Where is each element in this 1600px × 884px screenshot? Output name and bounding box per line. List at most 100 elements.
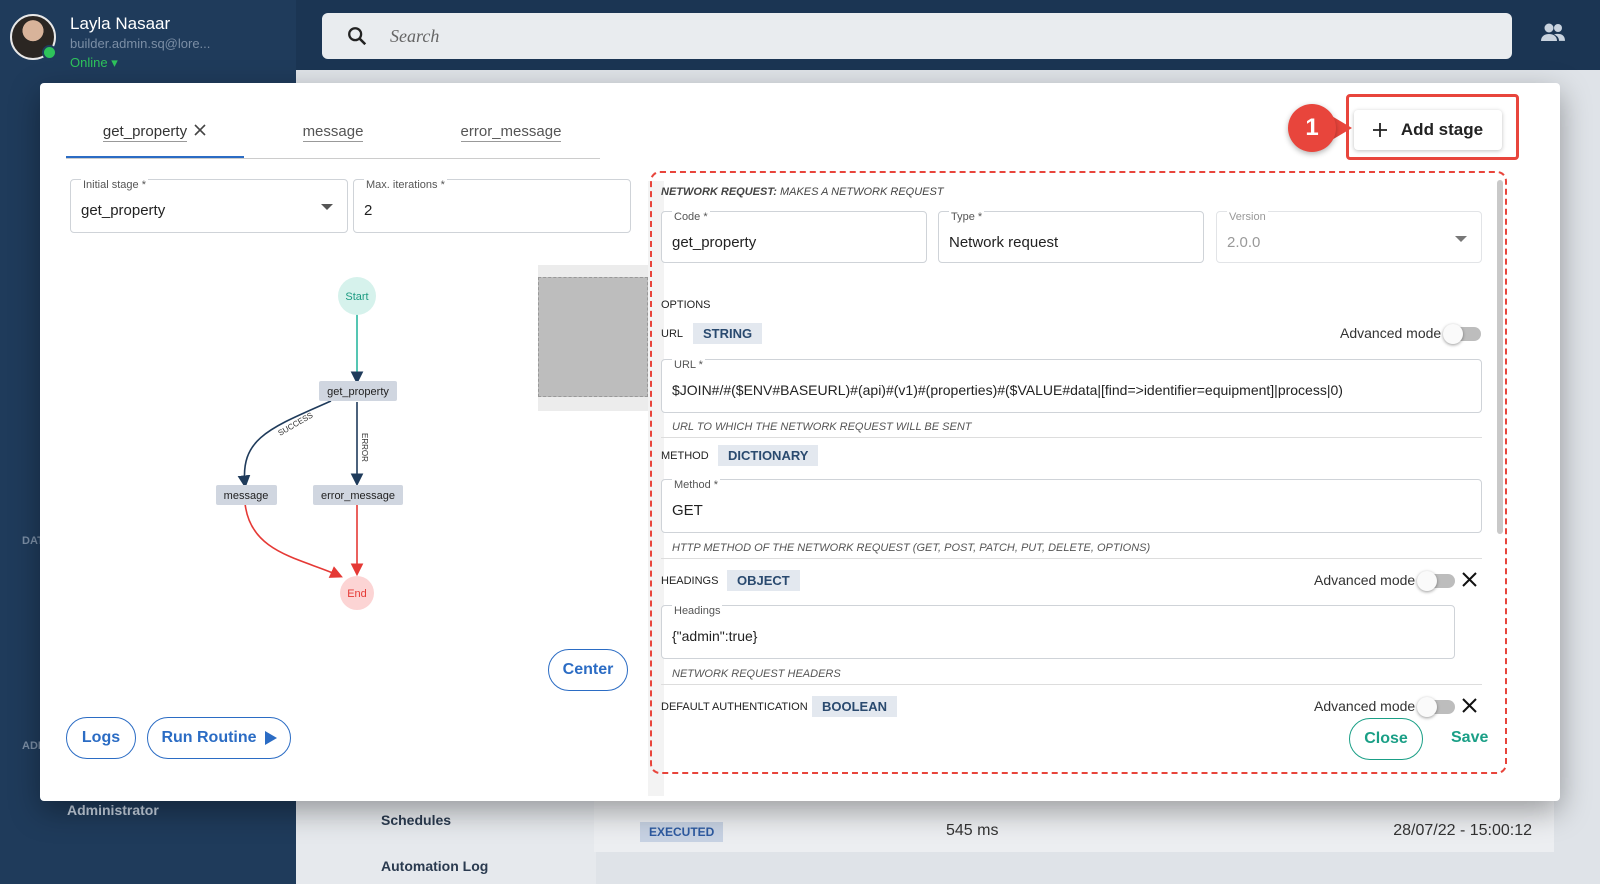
section-subtitle: MAKES A NETWORK REQUEST	[779, 186, 944, 198]
node-label: get_property	[327, 386, 389, 398]
field-value: 2	[364, 202, 373, 219]
user-email: builder.admin.sq@lore...	[70, 36, 211, 51]
field-label: Max. iterations *	[364, 179, 447, 191]
max-iterations-input[interactable]: Max. iterations * 2	[353, 179, 631, 233]
initial-stage-select[interactable]: Initial stage * get_property	[70, 179, 348, 233]
button-label: Logs	[81, 729, 121, 746]
version-select[interactable]: Version 2.0.0	[1216, 211, 1482, 263]
tab-label: get_property	[102, 123, 188, 142]
tab-label: error_message	[460, 123, 562, 142]
button-label: Close	[1364, 730, 1408, 747]
save-button[interactable]: Save	[1451, 729, 1488, 747]
end-node-label: End	[347, 588, 367, 600]
divider	[661, 558, 1482, 559]
method-option-label: METHOD	[661, 450, 709, 462]
start-node-label: Start	[345, 291, 368, 303]
field-value: 2.0.0	[1227, 234, 1261, 251]
divider	[661, 437, 1482, 438]
type-badge: OBJECT	[727, 570, 800, 591]
routine-editor-modal: get_property message error_message Initi…	[40, 83, 1560, 801]
avatar	[10, 14, 57, 60]
advanced-mode-label: Advanced mode	[1314, 572, 1416, 588]
url-input[interactable]: URL * $JOIN#/#($ENV#BASEURL)#(api)#(v1)#…	[661, 359, 1482, 413]
step-callout: 1	[1288, 104, 1336, 152]
type-badge: STRING	[693, 323, 763, 344]
edge-message-end	[244, 502, 343, 578]
url-option-label: URL	[661, 328, 684, 340]
code-input[interactable]: Code * get_property	[661, 211, 927, 263]
stage-tabs: get_property message error_message	[66, 113, 600, 159]
url-help-text: URL TO WHICH THE NETWORK REQUEST WILL BE…	[672, 421, 972, 433]
field-label: Code *	[672, 211, 710, 223]
automation-log-label[interactable]: Automation Log	[381, 858, 488, 874]
tab-get-property[interactable]: get_property	[66, 113, 244, 158]
method-input[interactable]: Method * GET	[661, 479, 1482, 533]
edge-success	[237, 400, 332, 489]
field-label: Method *	[672, 479, 721, 491]
section-title: NETWORK REQUEST: MAKES A NETWORK REQUEST	[661, 186, 944, 198]
search-bar[interactable]: Search	[322, 13, 1512, 59]
field-label: Headings	[672, 605, 723, 617]
field-value: get_property	[672, 234, 757, 251]
search-input[interactable]: Search	[390, 26, 439, 47]
close-icon[interactable]	[193, 123, 207, 137]
date-cell: 28/07/22 - 15:00:12	[1393, 822, 1532, 839]
remove-headings-close-icon[interactable]	[1462, 572, 1477, 587]
duration-cell: 545 ms	[946, 822, 999, 839]
method-help-text: HTTP METHOD OF THE NETWORK REQUEST (GET,…	[672, 542, 1151, 554]
field-value: GET	[672, 502, 703, 519]
default-auth-option-label: DEFAULT AUTHENTICATION	[661, 701, 808, 713]
field-label: Initial stage *	[81, 179, 148, 191]
chevron-down-icon	[1455, 236, 1467, 242]
user-name: Layla Nasaar	[70, 14, 171, 33]
default-auth-advanced-toggle[interactable]	[1417, 697, 1455, 717]
node-label: message	[224, 490, 269, 502]
sidebar-item-administrator[interactable]: Administrator	[67, 802, 159, 818]
panel-scrollbar[interactable]	[1497, 180, 1503, 534]
remove-default-auth-close-icon[interactable]	[1462, 698, 1477, 713]
user-profile[interactable]: Layla Nasaar builder.admin.sq@lore... On…	[10, 14, 210, 71]
routine-flow-graph[interactable]: SUCCESS ERROR Start get_property message…	[100, 273, 500, 633]
field-label: Version	[1227, 211, 1268, 223]
section-title-bold: NETWORK REQUEST:	[661, 186, 777, 198]
center-button[interactable]: Center	[548, 649, 628, 691]
tab-message[interactable]: message	[244, 113, 422, 158]
play-icon	[264, 731, 277, 745]
divider	[661, 684, 1482, 685]
people-icon[interactable]	[1540, 22, 1566, 42]
headings-advanced-toggle[interactable]	[1417, 571, 1455, 591]
tab-error-message[interactable]: error_message	[422, 113, 600, 158]
headings-input[interactable]: Headings {"admin":true}	[661, 605, 1455, 659]
close-button[interactable]: Close	[1349, 718, 1423, 760]
logs-button[interactable]: Logs	[66, 717, 136, 759]
chevron-down-icon	[321, 204, 333, 210]
minimap-viewport[interactable]	[538, 277, 648, 397]
headings-help-text: NETWORK REQUEST HEADERS	[672, 668, 841, 680]
field-label: URL *	[672, 359, 705, 371]
field-value: $JOIN#/#($ENV#BASEURL)#(api)#(v1)#(prope…	[672, 382, 1343, 398]
headings-option-label: HEADINGS	[661, 575, 719, 587]
button-label: Run Routine	[161, 729, 257, 746]
options-label: OPTIONS	[661, 299, 711, 311]
search-icon	[348, 27, 367, 46]
field-label: Type *	[949, 211, 985, 223]
graph-minimap[interactable]	[538, 265, 648, 411]
field-value: get_property	[81, 202, 166, 219]
stage-config-panel: NETWORK REQUEST: MAKES A NETWORK REQUEST…	[661, 181, 1511, 795]
run-routine-button[interactable]: Run Routine	[147, 717, 291, 759]
edge-label-error: ERROR	[360, 433, 369, 462]
type-badge: DICTIONARY	[718, 445, 819, 466]
user-status[interactable]: Online ▾	[70, 55, 210, 71]
button-label: Add stage	[1400, 120, 1484, 139]
type-input[interactable]: Type * Network request	[938, 211, 1204, 263]
url-advanced-toggle[interactable]	[1443, 324, 1481, 344]
advanced-mode-label: Advanced mode	[1314, 698, 1416, 714]
plus-icon	[1372, 123, 1387, 137]
add-stage-button[interactable]: Add stage	[1354, 110, 1502, 150]
online-indicator	[42, 45, 57, 60]
schedules-label[interactable]: Schedules	[381, 812, 451, 828]
advanced-mode-label: Advanced mode	[1340, 325, 1442, 341]
tab-label: message	[302, 123, 364, 142]
field-value: {"admin":true}	[672, 628, 758, 644]
type-badge: BOOLEAN	[812, 696, 897, 717]
